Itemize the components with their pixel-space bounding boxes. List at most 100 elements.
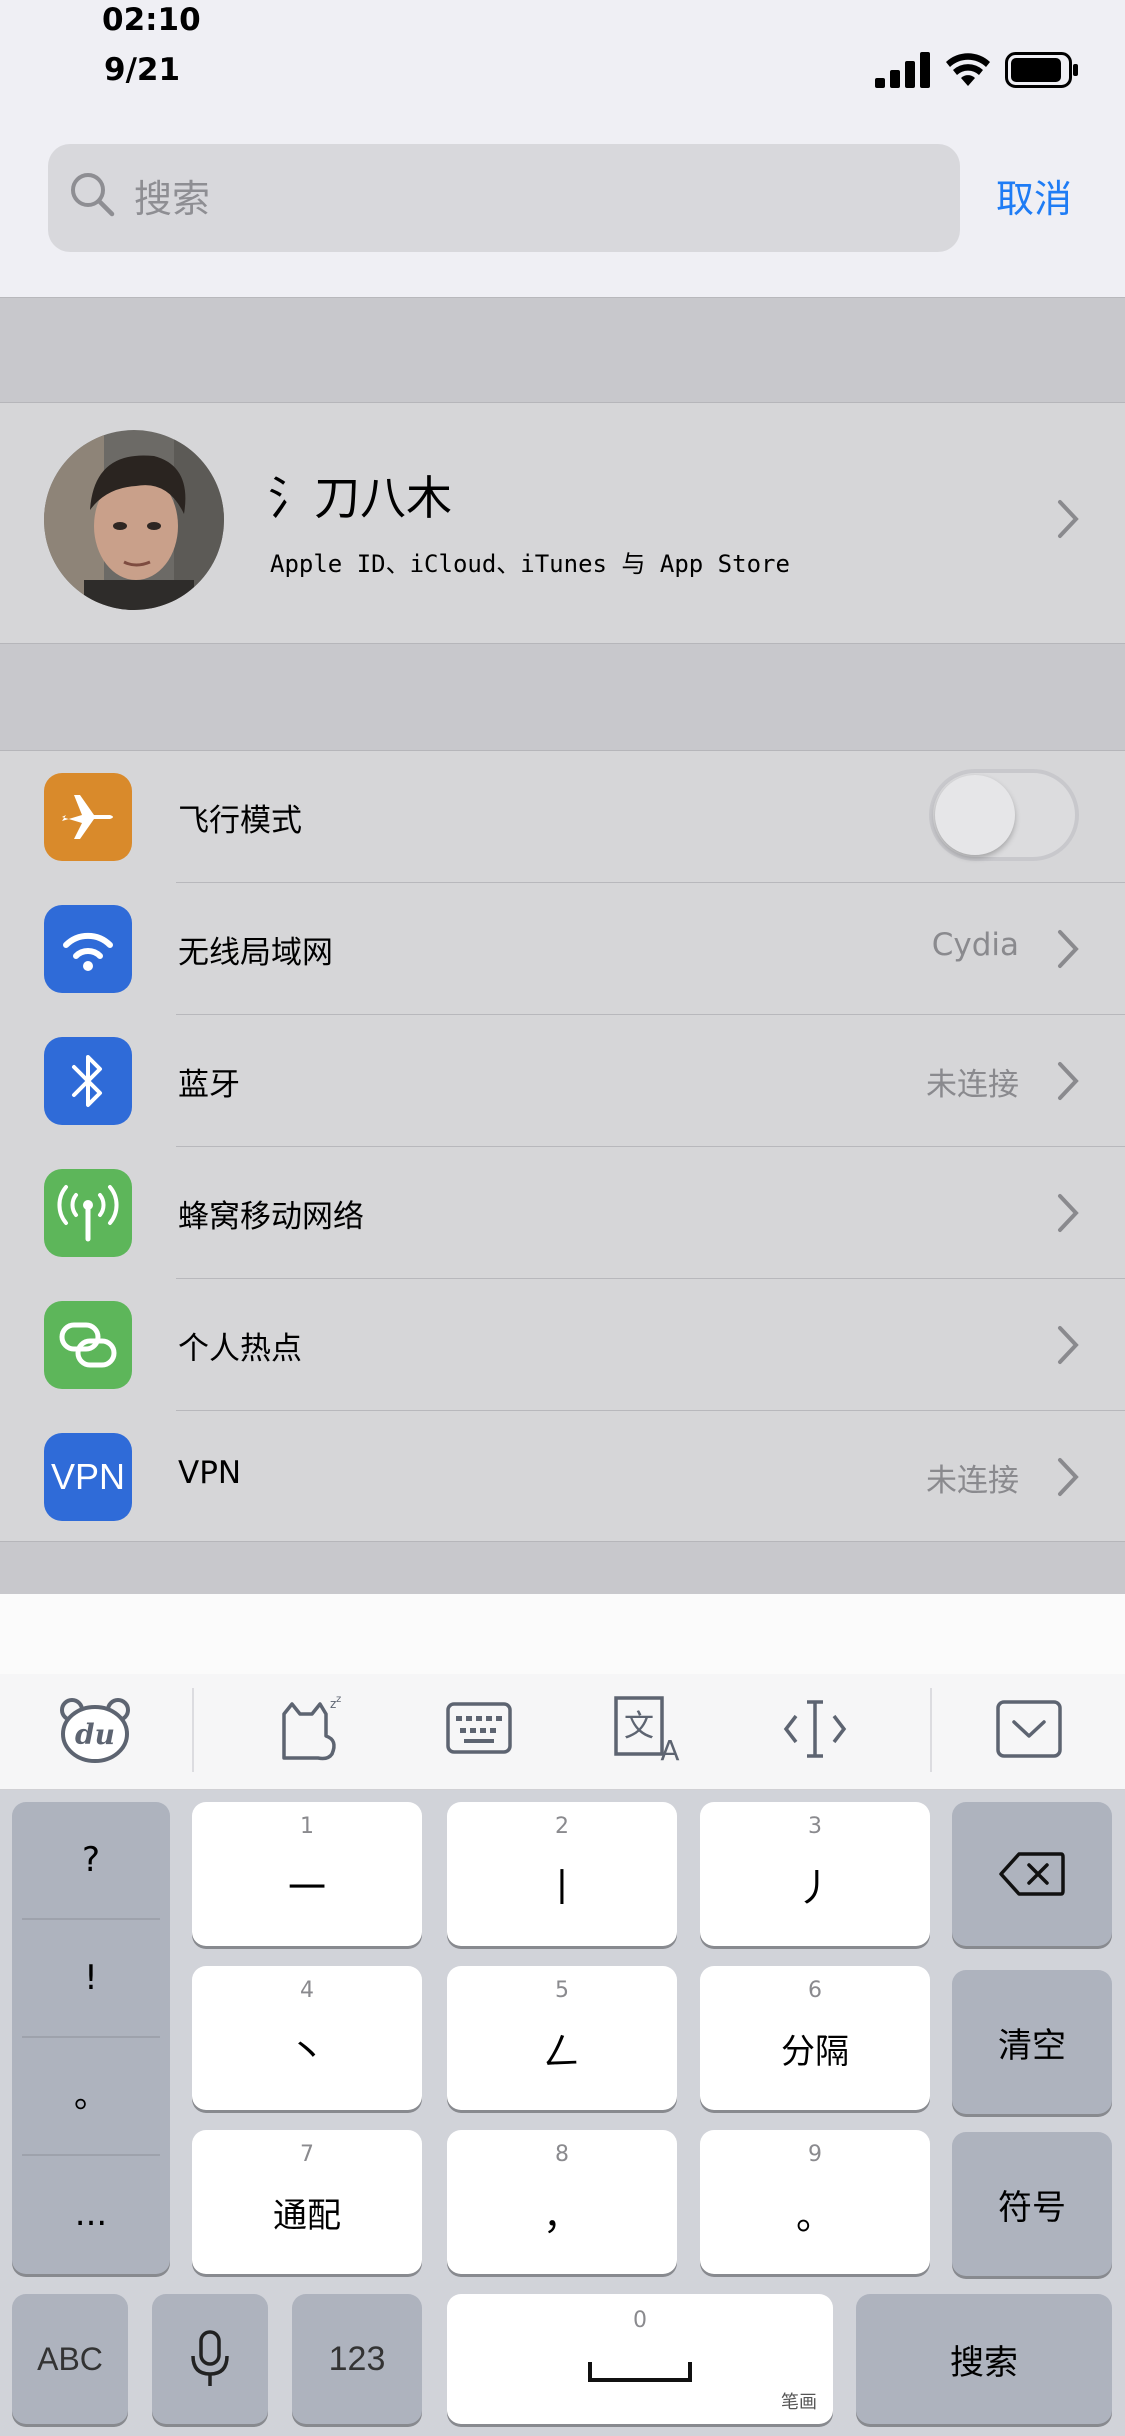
symbol-key[interactable]: 符号 bbox=[952, 2132, 1112, 2276]
backspace-key[interactable] bbox=[952, 1802, 1112, 1946]
dismiss-keyboard-icon[interactable] bbox=[996, 1700, 1062, 1758]
search-input[interactable]: 搜索 bbox=[134, 168, 210, 223]
clear-key[interactable]: 清空 bbox=[952, 1970, 1112, 2114]
backspace-icon bbox=[999, 1852, 1065, 1896]
number-key[interactable]: 123 bbox=[292, 2294, 422, 2424]
translate-icon[interactable]: 文 A bbox=[614, 1696, 684, 1762]
avatar bbox=[44, 430, 224, 610]
key-number: 2 bbox=[555, 1814, 569, 1839]
airplane-mode-toggle[interactable] bbox=[929, 769, 1079, 861]
key-label: 搜索 bbox=[950, 2342, 1018, 2383]
cellular-row[interactable]: 蜂窝移动网络 bbox=[0, 1147, 1125, 1279]
key-label: 分隔 bbox=[781, 2031, 849, 2072]
key-number: 1 bbox=[300, 1814, 314, 1839]
key-number: 6 bbox=[808, 1978, 822, 2003]
svg-text:du: du bbox=[75, 1718, 115, 1751]
stroke-key-9[interactable]: 9 。 bbox=[700, 2130, 930, 2274]
airplane-mode-row[interactable]: 飞行模式 bbox=[0, 751, 1125, 883]
row-label: 个人热点 bbox=[178, 1331, 302, 1367]
punct-key-question[interactable]: ? bbox=[12, 1802, 170, 1919]
row-label: VPN bbox=[178, 1455, 242, 1491]
chevron-right-icon bbox=[1058, 1194, 1079, 1232]
row-value: 未连接 bbox=[926, 1067, 1019, 1103]
stroke-key-2[interactable]: 2 丨 bbox=[447, 1802, 677, 1946]
svg-text:z: z bbox=[336, 1694, 341, 1705]
vpn-row[interactable]: VPN VPN 未连接 bbox=[0, 1411, 1125, 1543]
punct-key-ellipsis[interactable]: ... bbox=[12, 2156, 170, 2273]
cursor-icon[interactable] bbox=[782, 1696, 848, 1762]
emoji-cat-icon[interactable]: z z bbox=[278, 1694, 344, 1764]
cancel-button[interactable]: 取消 bbox=[996, 168, 1072, 223]
row-label: 无线局域网 bbox=[178, 935, 333, 971]
key-label: 丶 bbox=[287, 2029, 326, 2074]
key-label: 丿 bbox=[795, 1865, 834, 1910]
airplane-icon bbox=[44, 773, 132, 861]
row-value: Cydia bbox=[931, 927, 1019, 963]
key-number: 9 bbox=[808, 2142, 822, 2167]
space-icon bbox=[588, 2362, 692, 2382]
status-time: 02:10 bbox=[102, 2, 201, 38]
key-label: ABC bbox=[37, 2340, 103, 2377]
key-number: 0 bbox=[633, 2308, 647, 2333]
row-label: 飞行模式 bbox=[178, 803, 302, 839]
chevron-right-icon bbox=[1058, 930, 1079, 968]
key-sub-label: 笔画 bbox=[781, 2392, 817, 2413]
key-label: 123 bbox=[328, 2339, 386, 2378]
toggle-knob bbox=[935, 775, 1015, 855]
row-label: 蜂窝移动网络 bbox=[178, 1199, 364, 1235]
profile-name: 氵刀八木 bbox=[268, 471, 452, 525]
bluetooth-icon bbox=[44, 1037, 132, 1125]
key-label: 通配 bbox=[273, 2195, 341, 2236]
key-number: 8 bbox=[555, 2142, 569, 2167]
antenna-icon bbox=[44, 1169, 132, 1257]
bluetooth-row[interactable]: 蓝牙 未连接 bbox=[0, 1015, 1125, 1147]
du-logo-icon[interactable]: du bbox=[58, 1696, 132, 1764]
microphone-key[interactable] bbox=[152, 2294, 268, 2424]
keyboard-toolbar bbox=[0, 1674, 1125, 1790]
row-label: 蓝牙 bbox=[178, 1067, 240, 1103]
punct-key-period[interactable]: 。 bbox=[12, 2038, 170, 2155]
status-date: 9/21 bbox=[104, 52, 181, 88]
vpn-icon: VPN bbox=[44, 1433, 132, 1521]
stroke-key-7[interactable]: 7 通配 bbox=[192, 2130, 422, 2274]
stroke-key-6[interactable]: 6 分隔 bbox=[700, 1966, 930, 2110]
battery-icon bbox=[1005, 52, 1078, 88]
stroke-key-3[interactable]: 3 丿 bbox=[700, 1802, 930, 1946]
key-label: 丨 bbox=[542, 1865, 581, 1910]
key-label: 𠃋 bbox=[542, 2029, 581, 2074]
key-number: 7 bbox=[300, 2142, 314, 2167]
signal-icon bbox=[875, 52, 930, 88]
chevron-right-icon bbox=[1058, 1458, 1079, 1496]
keyboard-gap bbox=[0, 1594, 1125, 1674]
key-label: 一 bbox=[287, 1865, 326, 1910]
svg-text:A: A bbox=[660, 1734, 679, 1762]
settings-list: 飞行模式 无线局域网 Cydia 蓝牙 未连接 蜂窝移动网络 个人热点 VPN … bbox=[0, 750, 1125, 1542]
key-number: 4 bbox=[300, 1978, 314, 2003]
wlan-row[interactable]: 无线局域网 Cydia bbox=[0, 883, 1125, 1015]
key-label: 符号 bbox=[998, 2187, 1066, 2228]
stroke-key-8[interactable]: 8 ， bbox=[447, 2130, 677, 2274]
space-key[interactable]: 0 笔画 bbox=[447, 2294, 833, 2424]
stroke-key-1[interactable]: 1 一 bbox=[192, 1802, 422, 1946]
row-value: 未连接 bbox=[926, 1463, 1019, 1499]
search-key[interactable]: 搜索 bbox=[856, 2294, 1112, 2424]
hotspot-row[interactable]: 个人热点 bbox=[0, 1279, 1125, 1411]
key-label: ， bbox=[542, 2193, 581, 2238]
chevron-right-icon bbox=[1058, 1062, 1079, 1100]
keyboard-icon[interactable] bbox=[446, 1702, 512, 1754]
stroke-key-5[interactable]: 5 𠃋 bbox=[447, 1966, 677, 2110]
wifi-status-icon bbox=[946, 53, 990, 86]
search-icon bbox=[71, 173, 115, 217]
status-icons bbox=[875, 50, 1079, 90]
stroke-key-4[interactable]: 4 丶 bbox=[192, 1966, 422, 2110]
key-label: 清空 bbox=[998, 2025, 1066, 2066]
key-label: 。 bbox=[795, 2193, 834, 2238]
profile-subtitle: Apple ID、iCloud、iTunes 与 App Store bbox=[270, 550, 790, 578]
wifi-icon bbox=[44, 905, 132, 993]
microphone-icon bbox=[191, 2330, 229, 2386]
chevron-right-icon bbox=[1058, 500, 1079, 538]
link-icon bbox=[44, 1301, 132, 1389]
key-number: 3 bbox=[808, 1814, 822, 1839]
abc-key[interactable]: ABC bbox=[12, 2294, 128, 2424]
punct-key-exclaim[interactable]: ! bbox=[12, 1920, 170, 2037]
